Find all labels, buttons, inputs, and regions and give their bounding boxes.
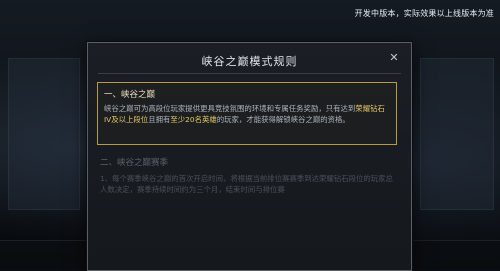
dev-version-notice: 开发中版本，实际效果以上线版本为准 bbox=[354, 9, 494, 18]
section-title: 一、峡谷之巅 bbox=[104, 90, 156, 100]
rule-section-season: 二、峡谷之巅赛季 1、每个赛季峡谷之巅的首次开启时间，将根据当前排位赛赛季到达荣… bbox=[100, 156, 396, 195]
rules-dialog: 峡谷之巅模式规则 ✕ 一、峡谷之巅 峡谷之巅可为高段位玩家提供更具竞技氛围的环境… bbox=[87, 42, 412, 271]
body-text: 的玩家，才能获得解锁峡谷之巅的资格。 bbox=[216, 115, 350, 124]
background-side-panel-right bbox=[420, 58, 494, 210]
background-side-panel-left bbox=[8, 58, 80, 210]
section-title: 二、峡谷之巅赛季 bbox=[100, 158, 169, 168]
hero-requirement-highlight: 至少20名英雄 bbox=[170, 115, 217, 124]
rule-section-peak: 一、峡谷之巅 峡谷之巅可为高段位玩家提供更具竞技氛围的环境和专属任务奖励，只有达… bbox=[97, 82, 397, 145]
scroll-fade-overlay bbox=[89, 193, 410, 269]
dialog-title: 峡谷之巅模式规则 bbox=[201, 55, 298, 68]
body-text: 且拥有 bbox=[148, 115, 171, 124]
title-divider bbox=[98, 73, 401, 74]
section-body: 峡谷之巅可为高段位玩家提供更具竞技氛围的环境和专属任务奖励，只有达到荣耀钻石IV… bbox=[104, 103, 390, 125]
close-icon[interactable]: ✕ bbox=[388, 52, 400, 64]
section-body: 1、每个赛季峡谷之巅的首次开启时间，将根据当前排位赛赛季到达荣耀钻石段位的玩家总… bbox=[100, 174, 393, 194]
body-text: 峡谷之巅可为高段位玩家提供更具竞技氛围的环境和专属任务奖励，只有达到 bbox=[104, 104, 356, 113]
